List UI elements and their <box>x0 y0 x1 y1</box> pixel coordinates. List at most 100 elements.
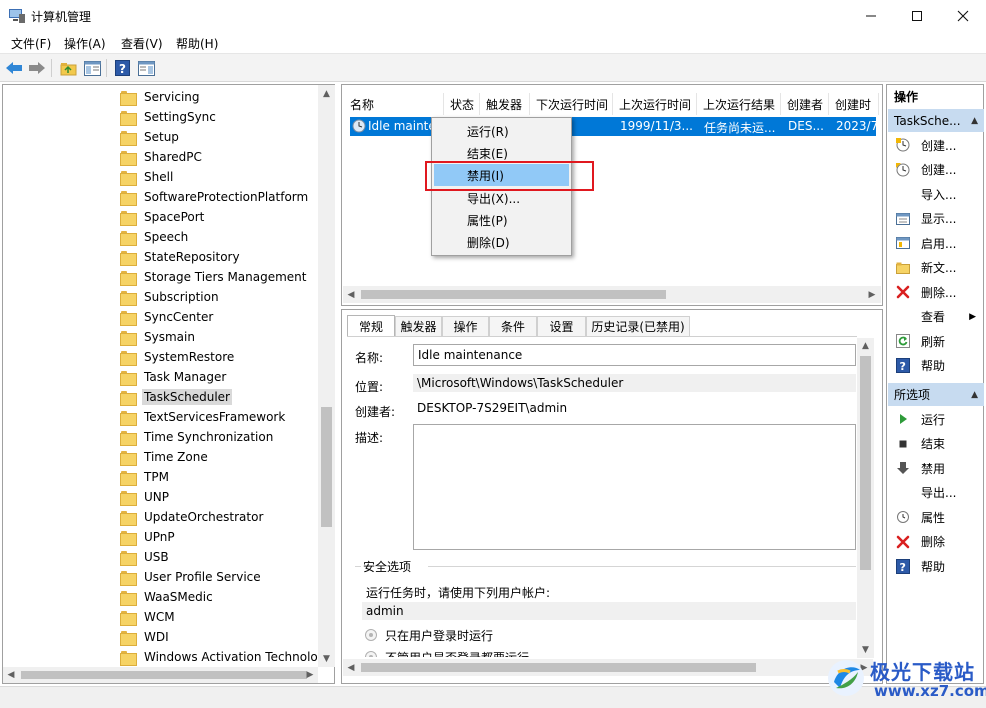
show-hide-tree-button[interactable] <box>82 58 102 78</box>
tree-item[interactable]: Speech <box>120 227 190 247</box>
action-item[interactable]: 删除... <box>888 280 984 304</box>
tree-item[interactable]: TextServicesFramework <box>120 407 287 427</box>
tree-item[interactable]: Windows Activation Technolog <box>120 647 319 667</box>
tree-item[interactable]: Storage Tiers Management <box>120 267 309 287</box>
name-field[interactable]: Idle maintenance <box>413 344 856 366</box>
menu-action[interactable]: 操作(A) <box>64 35 106 52</box>
tree-item[interactable]: Time Synchronization <box>120 427 275 447</box>
action-item[interactable]: 查看 ▶ <box>888 305 984 329</box>
action-item[interactable]: ? 帮助 <box>888 354 984 378</box>
scroll-left-arrow-icon[interactable]: ◀ <box>343 659 359 676</box>
menu-view[interactable]: 查看(V) <box>121 35 163 52</box>
close-button[interactable] <box>940 0 986 31</box>
action-item[interactable]: 刷新 <box>888 329 984 353</box>
tree-item[interactable]: User Profile Service <box>120 567 263 587</box>
ctx-delete-menu-item[interactable]: 删除(D) <box>434 231 569 253</box>
scroll-up-arrow-icon[interactable]: ▲ <box>857 338 874 354</box>
tree-item[interactable]: WaaSMedic <box>120 587 215 607</box>
scroll-thumb[interactable] <box>321 407 332 527</box>
task-list-horizontal-scrollbar[interactable]: ◀ ▶ <box>343 286 881 303</box>
help-toolbar-button[interactable]: ? <box>112 58 132 78</box>
tree-item[interactable]: StateRepository <box>120 247 242 267</box>
action-item[interactable]: 运行 <box>888 407 984 431</box>
radio-logged-on-or-not[interactable] <box>365 651 377 657</box>
tree-item[interactable]: Task Manager <box>120 367 228 387</box>
task-row-idle-maintenance[interactable]: Idle mainte 1999/11/3... 任务尚未运... DES...… <box>350 117 876 136</box>
action-item[interactable]: 导出... <box>888 481 984 505</box>
tab-4[interactable]: 设置 <box>537 316 586 336</box>
tree-item[interactable]: UpdateOrchestrator <box>120 507 265 527</box>
action-item[interactable]: 显示... <box>888 207 984 231</box>
column-header[interactable]: 状态 <box>444 93 480 115</box>
tree-item[interactable]: UNP <box>120 487 171 507</box>
menu-help[interactable]: 帮助(H) <box>176 35 218 52</box>
actions-section-selected[interactable]: 所选项 ▲ <box>888 383 984 406</box>
tree-item[interactable]: SettingSync <box>120 107 218 127</box>
action-item[interactable]: 创建... <box>888 133 984 157</box>
column-header[interactable]: 创建时 <box>829 93 879 115</box>
tree-item[interactable]: SystemRestore <box>120 347 236 367</box>
action-item[interactable]: 禁用 <box>888 456 984 480</box>
tree-item[interactable]: Servicing <box>120 87 202 107</box>
column-header[interactable]: 触发器 <box>480 93 530 115</box>
scroll-thumb[interactable] <box>860 356 871 570</box>
tree-item[interactable]: Sysmain <box>120 327 197 347</box>
column-header[interactable]: 名称 <box>344 93 444 115</box>
action-item[interactable]: 属性 <box>888 505 984 529</box>
details-vertical-scrollbar[interactable]: ▲ ▼ <box>857 338 874 658</box>
scroll-down-arrow-icon[interactable]: ▼ <box>318 650 335 667</box>
scroll-up-arrow-icon[interactable]: ▲ <box>318 85 335 102</box>
up-level-button[interactable] <box>58 58 78 78</box>
scroll-left-arrow-icon[interactable]: ◀ <box>3 667 19 683</box>
action-item[interactable]: 结束 <box>888 432 984 456</box>
tab-5[interactable]: 历史记录(已禁用) <box>586 316 690 336</box>
action-item[interactable]: 新文... <box>888 256 984 280</box>
maximize-button[interactable] <box>894 0 940 31</box>
scroll-right-arrow-icon[interactable]: ▶ <box>864 286 880 303</box>
scroll-right-arrow-icon[interactable]: ▶ <box>302 667 318 683</box>
tree-item[interactable]: WDI <box>120 627 171 647</box>
column-header[interactable]: 下次运行时间 <box>530 93 613 115</box>
minimize-button[interactable] <box>848 0 894 31</box>
scroll-thumb[interactable] <box>361 290 666 299</box>
tree-item[interactable]: UPnP <box>120 527 177 547</box>
tree-item[interactable]: SoftwareProtectionPlatform <box>120 187 310 207</box>
scroll-left-arrow-icon[interactable]: ◀ <box>343 286 359 303</box>
tree-item[interactable]: SpacePort <box>120 207 206 227</box>
tree-item[interactable]: SharedPC <box>120 147 204 167</box>
tree-item[interactable]: WCM <box>120 607 177 627</box>
tree-item[interactable]: TPM <box>120 467 171 487</box>
action-item[interactable]: ? 帮助 <box>888 554 984 578</box>
tree-item[interactable]: Subscription <box>120 287 221 307</box>
column-header[interactable]: 创建者 <box>781 93 829 115</box>
radio-logged-on-only[interactable] <box>365 629 377 641</box>
action-item[interactable]: 导入... <box>888 182 984 206</box>
ctx-properties-menu-item[interactable]: 属性(P) <box>434 209 569 231</box>
tree-item[interactable]: Time Zone <box>120 447 210 467</box>
tree-item[interactable]: Shell <box>120 167 175 187</box>
description-field[interactable] <box>413 424 856 550</box>
tab-0[interactable]: 常规 <box>347 315 395 337</box>
column-header[interactable]: 上次运行结果 <box>697 93 781 115</box>
tree-item[interactable]: SyncCenter <box>120 307 215 327</box>
action-item[interactable]: 启用... <box>888 231 984 255</box>
ctx-run-menu-item[interactable]: 运行(R) <box>434 120 569 142</box>
tree-horizontal-scrollbar[interactable]: ◀ ▶ <box>3 667 318 683</box>
column-header[interactable]: 上次运行时间 <box>613 93 697 115</box>
action-item[interactable]: 创建... <box>888 158 984 182</box>
forward-button[interactable] <box>27 58 47 78</box>
tab-1[interactable]: 触发器 <box>395 316 442 336</box>
tab-2[interactable]: 操作 <box>442 316 489 336</box>
details-horizontal-scrollbar[interactable]: ◀ ▶ <box>343 659 873 676</box>
back-button[interactable] <box>4 58 24 78</box>
tab-3[interactable]: 条件 <box>489 316 537 336</box>
actions-section-taskscheduler[interactable]: TaskSche... ▲ <box>888 109 984 132</box>
scroll-thumb[interactable] <box>21 671 307 679</box>
menu-file[interactable]: 文件(F) <box>11 35 51 52</box>
tree-item[interactable]: Setup <box>120 127 181 147</box>
tree-item[interactable]: USB <box>120 547 171 567</box>
action-item[interactable]: 删除 <box>888 530 984 554</box>
tree-vertical-scrollbar[interactable]: ▲ ▼ <box>318 85 335 667</box>
show-hide-action-pane-button[interactable] <box>136 58 156 78</box>
scroll-thumb[interactable] <box>361 663 756 672</box>
